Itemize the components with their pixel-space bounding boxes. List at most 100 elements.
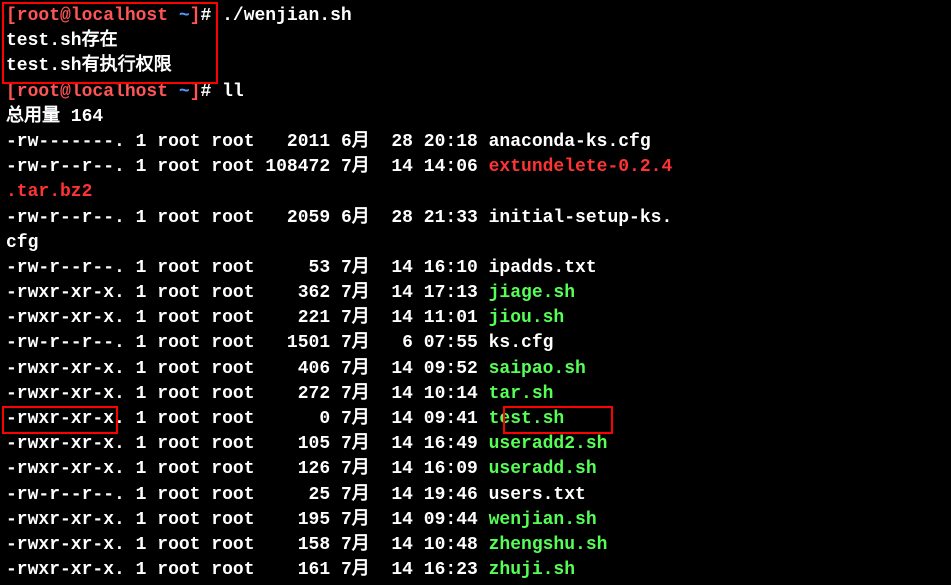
file-links: 1 <box>136 535 147 555</box>
file-name: zhengshu.sh <box>489 535 608 555</box>
file-time: 16:49 <box>424 434 478 454</box>
file-size: 406 <box>265 359 330 379</box>
file-month: 7月 <box>341 283 370 303</box>
file-row: -rwxr-xr-x. 1 root root 221 7月 14 11:01 … <box>6 306 945 331</box>
file-month: 6月 <box>341 132 370 152</box>
file-day: 14 <box>391 434 413 454</box>
file-day: 14 <box>391 560 413 580</box>
file-perms: -rw-r--r--. <box>6 485 125 505</box>
file-group: root <box>211 434 254 454</box>
file-perms: -rwxr-xr-x. <box>6 359 125 379</box>
file-owner: root <box>157 434 200 454</box>
file-name: wenjian.sh <box>489 510 597 530</box>
file-month: 6月 <box>341 208 370 228</box>
file-links: 1 <box>136 258 147 278</box>
file-group: root <box>211 510 254 530</box>
file-owner: root <box>157 535 200 555</box>
file-day: 14 <box>391 535 413 555</box>
file-name: ipadds.txt <box>489 258 597 278</box>
file-time: 11:01 <box>424 308 478 328</box>
file-links: 1 <box>136 157 147 177</box>
file-month: 7月 <box>341 485 370 505</box>
total-line: 总用量 164 <box>6 105 945 130</box>
file-month: 7月 <box>341 409 370 429</box>
file-group: root <box>211 333 254 353</box>
file-owner: root <box>157 459 200 479</box>
file-month: 7月 <box>341 535 370 555</box>
file-group: root <box>211 258 254 278</box>
file-size: 272 <box>265 384 330 404</box>
file-day: 14 <box>391 485 413 505</box>
file-time: 10:14 <box>424 384 478 404</box>
file-month: 7月 <box>341 510 370 530</box>
file-day: 6 <box>391 333 413 353</box>
file-owner: root <box>157 510 200 530</box>
file-links: 1 <box>136 485 147 505</box>
file-links: 1 <box>136 308 147 328</box>
file-month: 7月 <box>341 157 370 177</box>
file-row: -rwxr-xr-x. 1 root root 195 7月 14 09:44 … <box>6 508 945 533</box>
file-day: 14 <box>391 510 413 530</box>
file-perms: -rwxr-xr-x. <box>6 560 125 580</box>
file-time: 07:55 <box>424 333 478 353</box>
file-name: initial-setup-ks. <box>489 208 673 228</box>
file-group: root <box>211 384 254 404</box>
file-owner: root <box>157 384 200 404</box>
file-month: 7月 <box>341 434 370 454</box>
file-day: 14 <box>391 384 413 404</box>
file-links: 1 <box>136 560 147 580</box>
command-2: ll <box>222 82 244 102</box>
file-perms: -rwxr-xr-x. <box>6 459 125 479</box>
file-time: 09:44 <box>424 510 478 530</box>
file-row: -rwxr-xr-x. 1 root root 0 7月 14 09:41 te… <box>6 407 945 432</box>
file-row: -rw-r--r--. 1 root root 108472 7月 14 14:… <box>6 155 945 180</box>
file-perms: -rwxr-xr-x. <box>6 283 125 303</box>
file-perms: -rwxr-xr-x. <box>6 384 125 404</box>
file-row-wrap: cfg <box>6 231 945 256</box>
file-row: -rwxr-xr-x. 1 root root 161 7月 14 16:23 … <box>6 558 945 583</box>
file-time: 16:10 <box>424 258 478 278</box>
file-owner: root <box>157 333 200 353</box>
file-time: 09:52 <box>424 359 478 379</box>
file-month: 7月 <box>341 333 370 353</box>
file-row: -rw-r--r--. 1 root root 2059 6月 28 21:33… <box>6 206 945 231</box>
file-group: root <box>211 283 254 303</box>
file-size: 0 <box>265 409 330 429</box>
file-links: 1 <box>136 459 147 479</box>
file-size: 105 <box>265 434 330 454</box>
file-month: 7月 <box>341 560 370 580</box>
file-size: 1501 <box>265 333 330 353</box>
file-size: 108472 <box>265 157 330 177</box>
file-group: root <box>211 459 254 479</box>
file-day: 14 <box>391 283 413 303</box>
file-name: jiage.sh <box>489 283 575 303</box>
file-name: jiou.sh <box>489 308 565 328</box>
file-name: useradd.sh <box>489 459 597 479</box>
file-name: saipao.sh <box>489 359 586 379</box>
file-links: 1 <box>136 434 147 454</box>
file-row: -rwxr-xr-x. 1 root root 126 7月 14 16:09 … <box>6 457 945 482</box>
file-row: -rw-------. 1 root root 2011 6月 28 20:18… <box>6 130 945 155</box>
file-owner: root <box>157 132 200 152</box>
file-row: -rw-r--r--. 1 root root 25 7月 14 19:46 u… <box>6 483 945 508</box>
file-owner: root <box>157 560 200 580</box>
file-name-wrap: cfg <box>6 233 38 253</box>
file-name: tar.sh <box>489 384 554 404</box>
file-owner: root <box>157 485 200 505</box>
file-day: 14 <box>391 258 413 278</box>
file-perms: -rwxr-xr-x. <box>6 510 125 530</box>
file-size: 362 <box>265 283 330 303</box>
file-size: 195 <box>265 510 330 530</box>
file-perms: -rw-r--r--. <box>6 157 125 177</box>
file-owner: root <box>157 359 200 379</box>
prompt-line-1: [root@localhost ~]# ./wenjian.sh <box>6 4 945 29</box>
file-day: 14 <box>391 359 413 379</box>
file-links: 1 <box>136 359 147 379</box>
terminal-output[interactable]: [root@localhost ~]# ./wenjian.shtest.sh存… <box>6 4 945 583</box>
file-perms: -rw-r--r--. <box>6 258 125 278</box>
file-size: 221 <box>265 308 330 328</box>
file-group: root <box>211 485 254 505</box>
file-links: 1 <box>136 510 147 530</box>
file-perms: -rw-r--r--. <box>6 208 125 228</box>
file-perms: -rw-r--r--. <box>6 333 125 353</box>
